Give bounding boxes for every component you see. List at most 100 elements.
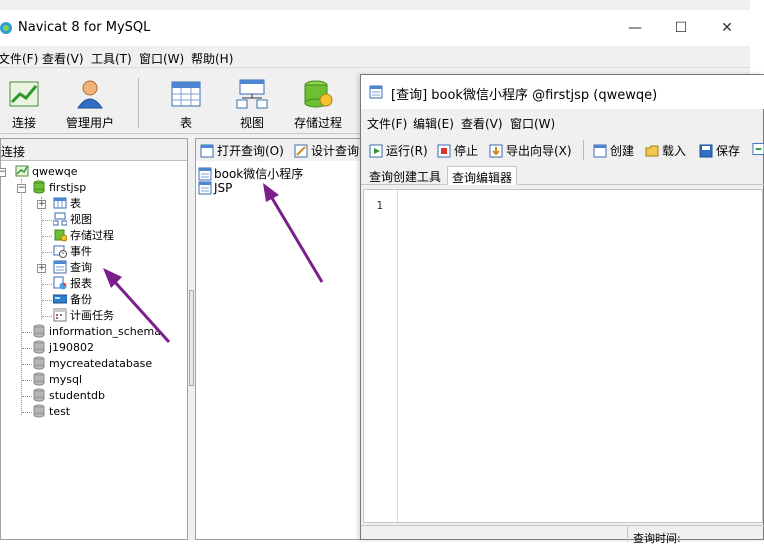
database-open-icon (33, 180, 45, 194)
collapse-toggle[interactable]: − (0, 168, 6, 177)
stop-icon (437, 144, 451, 158)
load-button[interactable]: 载入 (645, 142, 686, 159)
menu-help[interactable]: 帮助(H) (191, 50, 233, 67)
view-icon (236, 79, 268, 109)
query-item[interactable]: book微信小程序 (198, 165, 303, 182)
object-panel: 打开查询(O) 设计查询 book微信小程序 JSP (195, 138, 365, 540)
create-icon (593, 144, 607, 158)
backup-icon (53, 294, 67, 304)
window-title: Navicat 8 for MySQL (18, 20, 151, 35)
query-menu-edit[interactable]: 编辑(E) (413, 115, 454, 132)
connection-icon (15, 165, 29, 177)
view-button[interactable]: 视图 (222, 74, 282, 132)
table-icon (53, 197, 67, 209)
database-icon (33, 372, 45, 386)
connect-icon (9, 81, 39, 107)
query-tabs: 查询创建工具 查询编辑器 (361, 165, 764, 185)
line-number: 1 (376, 199, 383, 212)
procedure-icon (54, 229, 67, 242)
tree-item-reports[interactable]: 报表 (53, 276, 92, 292)
toolbar-separator (138, 78, 139, 128)
report-icon (53, 276, 67, 290)
query-icon (198, 167, 212, 181)
connection-panel-header: 连接 (1, 139, 187, 161)
database-icon (33, 404, 45, 418)
save-button[interactable]: 保存 (699, 142, 740, 159)
tree-database[interactable]: information_schema (32, 324, 161, 340)
query-status-bar: 查询时间: (361, 525, 764, 545)
panel-splitter[interactable] (188, 138, 195, 540)
event-clock-icon (53, 245, 67, 258)
tree-item-procedures[interactable]: 存储过程 (53, 228, 114, 244)
tree-item-events[interactable]: 事件 (53, 244, 92, 260)
object-toolbar: 打开查询(O) 设计查询 (196, 139, 364, 161)
minimize-button[interactable]: — (612, 14, 658, 42)
database-icon (33, 340, 45, 354)
toolbar-separator (583, 140, 584, 160)
query-icon (198, 181, 212, 195)
view-icon (53, 212, 67, 226)
close-button[interactable]: ✕ (704, 14, 750, 42)
query-menu-view[interactable]: 查看(V) (461, 115, 503, 132)
collapse-toggle[interactable]: − (17, 184, 26, 193)
query-menu-window[interactable]: 窗口(W) (510, 115, 555, 132)
tab-query-editor[interactable]: 查询编辑器 (447, 166, 518, 185)
navicat-logo-icon (0, 22, 12, 34)
menu-tools[interactable]: 工具(T) (91, 50, 132, 67)
schedule-icon (53, 308, 67, 322)
table-button[interactable]: 表 (156, 74, 216, 132)
expand-toggle[interactable]: + (37, 264, 46, 273)
database-icon (33, 324, 45, 338)
menu-window[interactable]: 窗口(W) (139, 50, 184, 67)
title-bar: Navicat 8 for MySQL — ☐ ✕ (0, 10, 750, 46)
database-icon (33, 388, 45, 402)
tree-database[interactable]: test (32, 404, 70, 420)
more-tools-icon[interactable] (752, 142, 764, 156)
table-icon (171, 81, 201, 107)
procedure-button[interactable]: 存储过程 (288, 74, 348, 132)
design-query-button[interactable]: 设计查询 (294, 142, 359, 159)
query-window-title-bar: [查询] book微信小程序 @firstjsp (qwewqe) (361, 75, 764, 109)
tab-query-builder[interactable]: 查询创建工具 (365, 166, 445, 185)
database-icon (33, 356, 45, 370)
user-icon (77, 80, 103, 109)
tree-item-backup[interactable]: 备份 (53, 292, 92, 308)
create-button[interactable]: 创建 (593, 142, 634, 159)
maximize-button[interactable]: ☐ (658, 14, 704, 42)
tree-database[interactable]: studentdb (32, 388, 105, 404)
connection-panel: 连接 − qwewqe − firstjsp + 表 视图 存储过程 事件 + … (0, 138, 188, 540)
procedure-icon (304, 80, 333, 108)
tree-item-tables[interactable]: 表 (53, 196, 81, 212)
tree-item-schedule[interactable]: 计画任务 (53, 308, 114, 324)
sql-editor[interactable]: 1 (363, 189, 763, 523)
connect-button[interactable]: 连接 (0, 74, 54, 132)
export-icon (489, 144, 503, 158)
tree-item-queries[interactable]: 查询 (53, 260, 92, 276)
export-wizard-button[interactable]: 导出向导(X) (489, 142, 572, 159)
tree-database-firstjsp[interactable]: firstjsp (32, 180, 86, 196)
expand-toggle[interactable]: + (37, 200, 46, 209)
query-icon (53, 260, 67, 274)
query-time-label: 查询时间: (633, 532, 681, 545)
splitter-grip[interactable] (189, 290, 194, 386)
tree-database[interactable]: mycreatedatabase (32, 356, 152, 372)
menu-file[interactable]: 文件(F) (0, 50, 38, 67)
query-menu-bar: 文件(F) 编辑(E) 查看(V) 窗口(W) (361, 109, 764, 133)
run-button[interactable]: 运行(R) (369, 142, 428, 159)
tree-database[interactable]: j190802 (32, 340, 94, 356)
open-query-button[interactable]: 打开查询(O) (200, 142, 284, 159)
menu-bar: 文件(F) 查看(V) 工具(T) 窗口(W) 帮助(H) (0, 46, 750, 68)
query-window: [查询] book微信小程序 @firstjsp (qwewqe) 文件(F) … (360, 74, 764, 545)
query-item[interactable]: JSP (198, 181, 232, 195)
save-icon (699, 144, 713, 158)
tree-item-views[interactable]: 视图 (53, 212, 92, 228)
query-menu-file[interactable]: 文件(F) (367, 115, 407, 132)
tree-connection[interactable]: qwewqe (15, 164, 78, 180)
menu-view[interactable]: 查看(V) (42, 50, 84, 67)
manage-users-button[interactable]: 管理用户 (60, 74, 120, 132)
run-icon (369, 144, 383, 158)
tree-database[interactable]: mysql (32, 372, 82, 388)
design-query-icon (294, 144, 308, 158)
stop-button[interactable]: 停止 (437, 142, 478, 159)
query-icon (369, 85, 383, 99)
